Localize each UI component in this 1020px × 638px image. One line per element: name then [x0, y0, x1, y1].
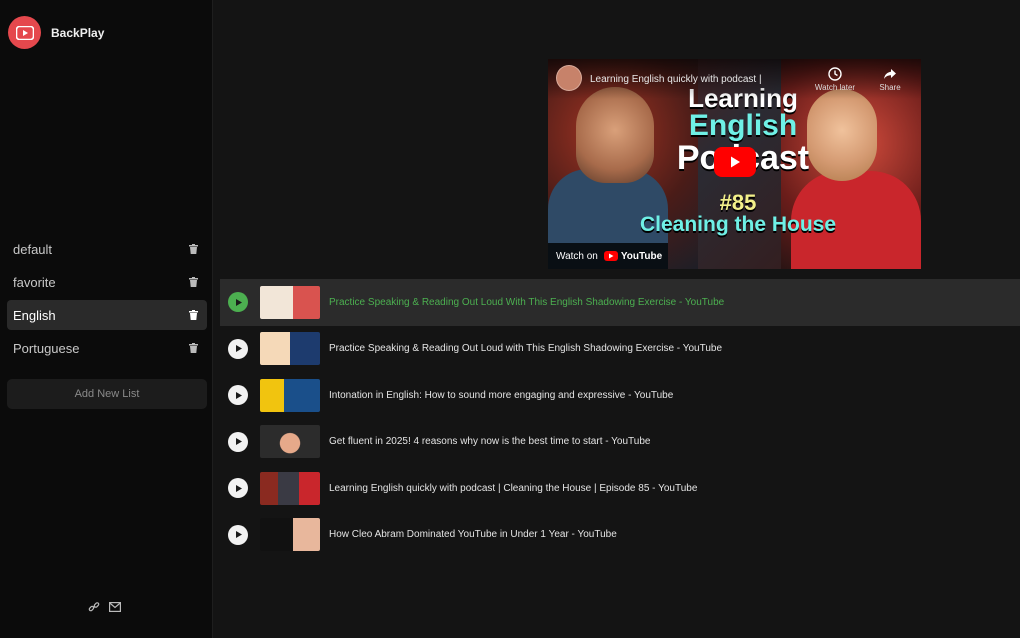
play-icon[interactable]: [228, 431, 248, 452]
list-item-default[interactable]: default: [7, 234, 207, 264]
list-item-label: Portuguese: [13, 340, 80, 356]
video-title: Practice Speaking & Reading Out Loud Wit…: [329, 296, 725, 308]
clock-icon: [811, 67, 859, 81]
thumbnail-episode: #85 Cleaning the House: [618, 191, 858, 236]
backplay-logo-icon: [8, 16, 41, 49]
list-item-label: English: [13, 307, 56, 323]
video-thumbnail: [260, 378, 320, 412]
trash-icon[interactable]: [187, 342, 199, 354]
video-thumbnail: [260, 471, 320, 505]
video-thumbnail: [260, 518, 320, 552]
share-icon: [866, 67, 914, 81]
video-thumbnail: [260, 285, 320, 319]
share-label: Share: [879, 83, 901, 92]
playlist-row[interactable]: Intonation in English: How to sound more…: [220, 372, 1020, 419]
watch-on-label: Watch on: [556, 250, 598, 262]
mail-icon[interactable]: [108, 600, 121, 613]
trash-icon[interactable]: [187, 309, 199, 321]
list-item-portuguese[interactable]: Portuguese: [7, 333, 207, 363]
brand[interactable]: BackPlay: [8, 16, 104, 49]
play-icon[interactable]: [228, 338, 248, 359]
video-title: Get fluent in 2025! 4 reasons why now is…: [329, 436, 651, 448]
video-title[interactable]: Learning English quickly with podcast |: [590, 74, 810, 85]
player-top-bar: Learning English quickly with podcast | …: [548, 59, 921, 99]
playlist: Practice Speaking & Reading Out Loud Wit…: [220, 279, 1020, 558]
thumbnail-line2: English: [688, 109, 798, 142]
playlist-row[interactable]: How Cleo Abram Dominated YouTube in Unde…: [220, 512, 1020, 559]
video-thumbnail: [260, 425, 320, 459]
playlist-row[interactable]: Get fluent in 2025! 4 reasons why now is…: [220, 419, 1020, 466]
footer-icons: [87, 600, 121, 613]
app-name: BackPlay: [51, 25, 105, 40]
playlist-row[interactable]: Learning English quickly with podcast | …: [220, 465, 1020, 512]
list-item-english[interactable]: English: [7, 300, 207, 330]
youtube-logo: YouTube: [603, 250, 663, 262]
youtube-logo-icon: [603, 251, 618, 261]
watch-later-button[interactable]: Watch later: [811, 67, 859, 92]
video-title: Practice Speaking & Reading Out Loud wit…: [329, 343, 723, 355]
play-icon[interactable]: [228, 524, 248, 545]
playlist-row[interactable]: Practice Speaking & Reading Out Loud Wit…: [220, 279, 1020, 326]
link-icon[interactable]: [87, 600, 100, 613]
youtube-label: YouTube: [620, 250, 663, 262]
thumbnail-subtitle: Cleaning the House: [639, 213, 837, 237]
play-icon[interactable]: [228, 385, 248, 406]
watch-on-youtube[interactable]: Watch on YouTube: [548, 243, 668, 269]
list-item-favorite[interactable]: favorite: [7, 267, 207, 297]
channel-avatar[interactable]: [556, 65, 582, 91]
play-icon[interactable]: [228, 478, 248, 499]
watch-later-label: Watch later: [814, 83, 856, 92]
playlist-lists: default favorite English Portuguese: [7, 234, 207, 366]
trash-icon[interactable]: [187, 276, 199, 288]
trash-icon[interactable]: [187, 243, 199, 255]
sidebar: BackPlay default favorite English Portug…: [0, 0, 213, 638]
list-item-label: favorite: [13, 274, 56, 290]
youtube-play-button[interactable]: [714, 147, 756, 177]
add-new-list-button[interactable]: Add New List: [7, 379, 207, 409]
list-item-label: default: [13, 241, 53, 257]
video-player[interactable]: Learning English Podcast #85 Cleaning th…: [548, 59, 921, 269]
video-thumbnail: [260, 332, 320, 366]
play-icon[interactable]: [228, 292, 248, 313]
video-title: Intonation in English: How to sound more…: [329, 389, 674, 401]
video-title: Learning English quickly with podcast | …: [329, 482, 698, 494]
video-title: How Cleo Abram Dominated YouTube in Unde…: [329, 529, 617, 541]
share-button[interactable]: Share: [866, 67, 914, 92]
playlist-row[interactable]: Practice Speaking & Reading Out Loud wit…: [220, 326, 1020, 373]
thumbnail-episode-number: #85: [719, 190, 757, 215]
